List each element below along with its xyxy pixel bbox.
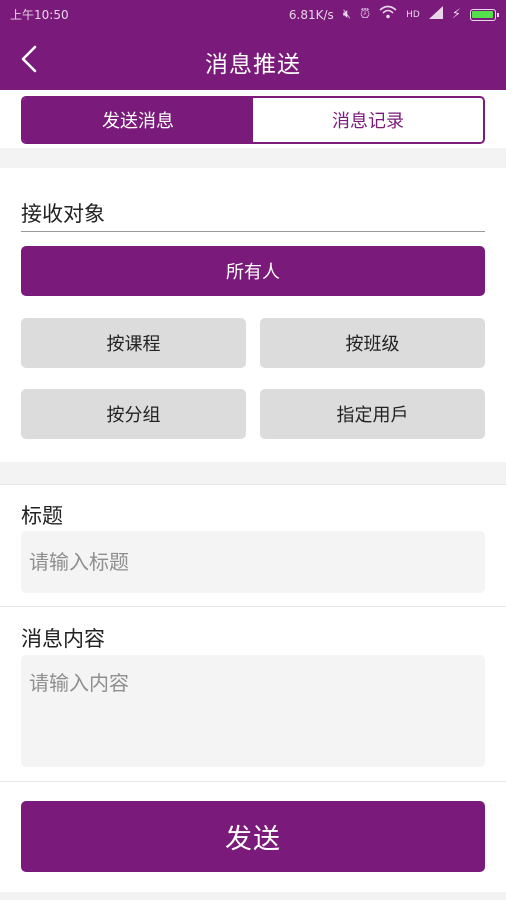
tab-send-message[interactable]: 发送消息	[23, 98, 253, 142]
network-type: HD	[406, 9, 420, 20]
segmented-tabs: 发送消息 消息记录	[21, 96, 485, 144]
tabs-container: 发送消息 消息记录	[0, 90, 506, 148]
recipients-label: 接收对象	[21, 202, 105, 226]
alarm-icon: ⏰︎	[360, 6, 371, 22]
status-icons: 6.81K/s 🔇︎ ⏰︎ HD ⚡︎	[288, 5, 499, 24]
recipient-all-button[interactable]: 所有人	[21, 246, 485, 296]
title-input[interactable]	[21, 531, 485, 593]
content-section: 消息内容	[0, 606, 506, 782]
content-input[interactable]	[21, 655, 485, 767]
status-bar: 上午10:50 6.81K/s 🔇︎ ⏰︎ HD ⚡︎	[0, 0, 506, 28]
charging-icon: ⚡︎	[451, 6, 461, 22]
content-label: 消息内容	[21, 627, 105, 651]
tab-message-history[interactable]: 消息记录	[253, 98, 483, 142]
title-section: 标题	[0, 484, 506, 606]
recipient-specific-users-button[interactable]: 指定用戶	[260, 389, 485, 439]
wifi-icon	[379, 5, 397, 24]
recipient-by-class-button[interactable]: 按班级	[260, 318, 485, 368]
signal-icon	[428, 5, 443, 24]
recipients-section: 接收对象 所有人 按课程 按班级 按分组 指定用戶	[0, 168, 506, 462]
network-speed: 6.81K/s	[288, 7, 334, 22]
page-title: 消息推送	[205, 52, 301, 78]
title-label: 标题	[21, 504, 63, 528]
mute-icon: 🔇︎	[342, 6, 352, 22]
footer: 发送	[0, 782, 506, 892]
status-time: 上午10:50	[10, 8, 69, 22]
recipient-by-course-button[interactable]: 按课程	[21, 318, 246, 368]
app-header: 消息推送	[0, 28, 506, 90]
send-button[interactable]: 发送	[21, 801, 485, 872]
divider	[21, 231, 485, 232]
battery-icon	[470, 8, 499, 21]
recipient-by-group-button[interactable]: 按分组	[21, 389, 246, 439]
